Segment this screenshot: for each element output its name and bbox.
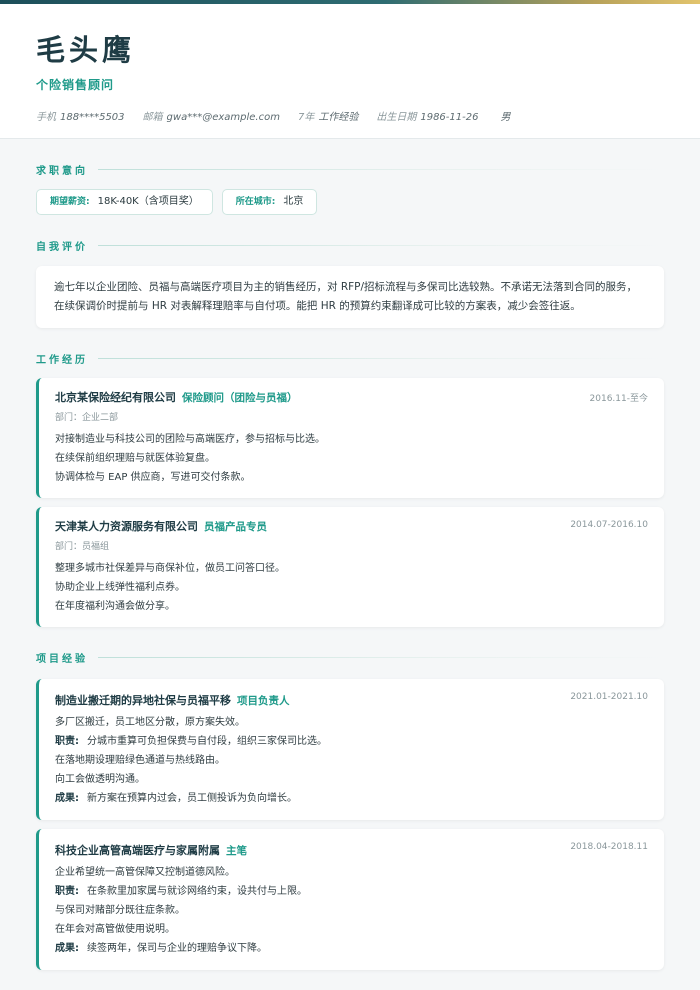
list-item: 整理多城市社保差异与商保补位，做员工问答口径。 xyxy=(55,563,285,574)
project-duty: 职责: 在条款里加家属与就诊网络约束，设共付与上限。 xyxy=(55,886,307,897)
project-result: 成果: 续签两年，保司与企业的理赔争议下降。 xyxy=(55,943,267,954)
project-role: 项目负责人 xyxy=(237,695,290,707)
meta-experience: 7年 工作经验 xyxy=(297,112,359,123)
list-item: 在年会对高管做使用说明。 xyxy=(55,924,175,935)
meta-gender: 男 xyxy=(500,112,511,123)
project-desc: 多厂区搬迁，员工地区分散，原方案失效。 xyxy=(55,717,245,728)
candidate-name: 毛头鹰 xyxy=(36,33,136,67)
project-desc: 企业希望统一高管保障又控制道德风险。 xyxy=(55,867,235,878)
job-role: 保险顾问（团险与员福） xyxy=(182,392,298,404)
job-dept: 部门：企业二部 xyxy=(55,413,119,423)
job-dept: 部门：员福组 xyxy=(55,542,110,552)
list-item: 协助企业上线弹性福利点券。 xyxy=(55,582,185,593)
meta-email: 邮箱 gwa***@example.com xyxy=(142,112,280,123)
project-duty: 职责: 分城市重算可负担保费与自付段，组织三家保司比选。 xyxy=(55,736,327,747)
meta-phone: 手机 188****5503 xyxy=(36,112,125,123)
experience-card: 天津某人力资源服务有限公司 员福产品专员 2014.07-2016.10 部门：… xyxy=(36,507,664,627)
project-result: 成果: 新方案在预算内过会，员工侧投诉为负向增长。 xyxy=(55,793,297,804)
project-date: 2021.01-2021.10 xyxy=(570,692,648,702)
project-name: 制造业搬迁期的异地社保与员福平移 xyxy=(55,694,231,707)
job-date: 2014.07-2016.10 xyxy=(570,520,648,530)
city-tag: 所在城市: 北京 xyxy=(221,189,318,215)
company-name: 北京某保险经纪有限公司 xyxy=(55,391,176,404)
list-item: 对接制造业与科技公司的团险与高端医疗，参与招标与比选。 xyxy=(55,434,325,445)
candidate-title: 个险销售顾问 xyxy=(36,78,115,92)
job-date: 2016.11-至今 xyxy=(589,394,648,404)
list-item: 在年度福利沟通会做分享。 xyxy=(55,601,175,612)
section-projects-heading: 项目经验 xyxy=(36,649,664,665)
salary-tag: 期望薪资: 18K-40K（含项目奖） xyxy=(36,189,213,215)
section-intent-heading: 求职意向 xyxy=(36,161,664,177)
project-card: 制造业搬迁期的异地社保与员福平移 项目负责人 2021.01-2021.10 多… xyxy=(36,679,664,820)
job-duties: 对接制造业与科技公司的团险与高端医疗，参与招标与比选。 在续保前组织理赔与就医体… xyxy=(55,430,648,487)
project-card: 科技企业高管高端医疗与家属附属 主笔 2018.04-2018.11 企业希望统… xyxy=(36,829,664,970)
summary-card: 逾七年以企业团险、员福与高端医疗项目为主的销售经历，对 RFP/招标流程与多保司… xyxy=(36,266,664,328)
contact-meta: 手机 188****5503 邮箱 gwa***@example.com 7年 工作经… xyxy=(36,108,664,123)
meta-birthdate: 出生日期 1986-11-26 xyxy=(376,112,479,123)
list-item: 向工会做透明沟通。 xyxy=(55,774,145,785)
company-name: 天津某人力资源服务有限公司 xyxy=(55,520,198,533)
job-role: 员福产品专员 xyxy=(204,521,267,533)
section-summary-heading: 自我评价 xyxy=(36,237,664,253)
project-role: 主笔 xyxy=(226,845,247,857)
list-item: 与保司对赌部分既往症条款。 xyxy=(55,905,185,916)
intent-tags: 期望薪资: 18K-40K（含项目奖） 所在城市: 北京 xyxy=(36,189,664,215)
project-name: 科技企业高管高端医疗与家属附属 xyxy=(55,844,220,857)
list-item: 协调体检与 EAP 供应商，写进可交付条款。 xyxy=(55,472,251,483)
experience-card: 北京某保险经纪有限公司 保险顾问（团险与员福） 2016.11-至今 部门：企业… xyxy=(36,378,664,498)
list-item: 在续保前组织理赔与就医体验复盘。 xyxy=(55,453,215,464)
section-experience-heading: 工作经历 xyxy=(36,350,664,366)
list-item: 在落地期设理赔绿色通道与热线路由。 xyxy=(55,755,225,766)
job-duties: 整理多城市社保差异与商保补位，做员工问答口径。 协助企业上线弹性福利点券。 在年… xyxy=(55,559,648,616)
resume-body: 求职意向 期望薪资: 18K-40K（含项目奖） 所在城市: 北京 自我评价 逾… xyxy=(0,161,700,970)
resume-header: 毛头鹰 个险销售顾问 手机 188****5503 邮箱 gwa***@exampl… xyxy=(0,4,700,139)
project-date: 2018.04-2018.11 xyxy=(570,842,648,852)
